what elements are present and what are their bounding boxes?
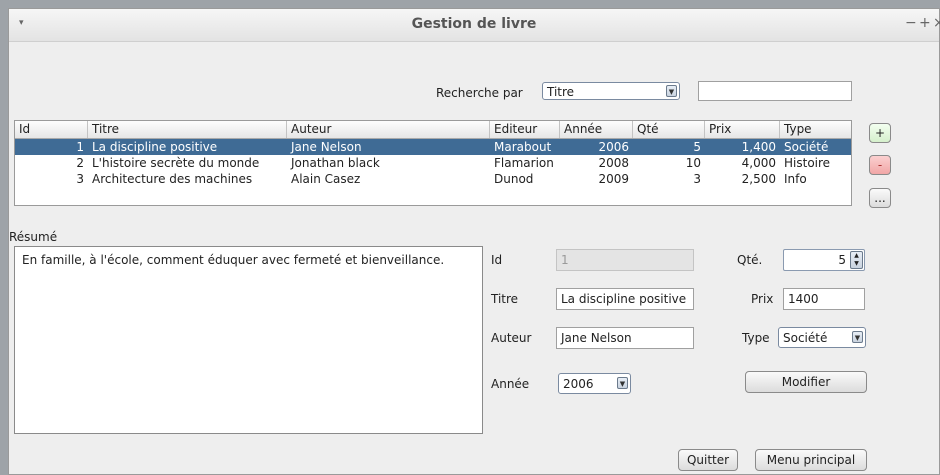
chevron-down-icon: ▼ — [617, 377, 628, 389]
stepper-arrows-icon[interactable]: ▲ ▼ — [850, 251, 863, 269]
title-bar: ▾ Gestion de livre − + × — [9, 9, 940, 42]
id-field: 1 — [556, 249, 694, 271]
delete-button[interactable]: - — [869, 155, 891, 175]
search-input[interactable] — [698, 81, 852, 101]
cell-auteur: Jonathan black — [291, 156, 380, 170]
annee-value: 2006 — [563, 377, 594, 391]
cell-qte: 10 — [685, 156, 701, 170]
cell-editeur: Marabout — [494, 140, 552, 154]
id-label: Id — [491, 253, 503, 267]
books-table: Id Titre Auteur Editeur Année Qté Prix T… — [14, 120, 852, 206]
chevron-down-icon: ▼ — [852, 331, 863, 343]
cell-prix: 2,500 — [741, 172, 776, 186]
more-button[interactable]: ... — [869, 188, 891, 208]
prix-label: Prix — [751, 292, 774, 306]
close-icon[interactable]: × — [933, 15, 940, 31]
titre-label: Titre — [491, 292, 519, 306]
table-row[interactable]: 2 L'histoire secrète du monde Jonathan b… — [15, 155, 851, 171]
modifier-button[interactable]: Modifier — [745, 371, 867, 393]
cell-titre: L'histoire secrète du monde — [92, 156, 260, 170]
chevron-down-icon: ▼ — [666, 85, 677, 97]
table-row[interactable]: 3 Architecture des machines Alain Casez … — [15, 171, 851, 187]
cell-titre: Architecture des machines — [92, 172, 253, 186]
cell-type: Histoire — [784, 156, 831, 170]
prix-field[interactable]: 1400 — [783, 288, 865, 310]
column-header-editeur[interactable]: Editeur — [490, 121, 560, 138]
cell-annee: 2008 — [598, 156, 629, 170]
type-label: Type — [742, 331, 770, 345]
cell-prix: 4,000 — [741, 156, 776, 170]
table-header: Id Titre Auteur Editeur Année Qté Prix T… — [15, 121, 851, 139]
cell-annee: 2009 — [598, 172, 629, 186]
search-label: Recherche par — [436, 86, 523, 100]
type-value: Société — [783, 331, 828, 345]
search-by-select[interactable]: Titre ▼ — [542, 82, 680, 100]
cell-id: 2 — [76, 156, 84, 170]
column-header-prix[interactable]: Prix — [705, 121, 780, 138]
cell-qte: 3 — [693, 172, 701, 186]
titre-field[interactable]: La discipline positive — [556, 288, 694, 310]
column-header-qte[interactable]: Qté — [633, 121, 705, 138]
table-row[interactable]: 1 La discipline positive Jane Nelson Mar… — [15, 139, 851, 155]
app-window: ▾ Gestion de livre − + × Recherche par T… — [8, 8, 940, 475]
qte-value: 5 — [838, 253, 846, 267]
cell-auteur: Alain Casez — [291, 172, 361, 186]
qte-label: Qté. — [737, 253, 763, 267]
cell-prix: 1,400 — [741, 140, 776, 154]
cell-type: Société — [784, 140, 829, 154]
column-header-annee[interactable]: Année — [560, 121, 633, 138]
auteur-label: Auteur — [491, 331, 532, 345]
cell-auteur: Jane Nelson — [291, 140, 362, 154]
resume-label: Résumé — [9, 230, 58, 244]
search-by-value: Titre — [547, 85, 575, 99]
add-button[interactable]: + — [869, 123, 891, 143]
cell-type: Info — [784, 172, 807, 186]
column-header-type[interactable]: Type — [780, 121, 851, 138]
minimize-icon[interactable]: − — [905, 15, 917, 31]
resume-textarea[interactable]: En famille, à l'école, comment éduquer a… — [14, 246, 483, 434]
cell-id: 3 — [76, 172, 84, 186]
quit-button[interactable]: Quitter — [678, 449, 738, 471]
column-header-auteur[interactable]: Auteur — [287, 121, 490, 138]
main-menu-button[interactable]: Menu principal — [755, 449, 867, 471]
column-header-id[interactable]: Id — [15, 121, 88, 138]
qte-stepper[interactable]: 5 ▲ ▼ — [783, 249, 865, 271]
cell-titre: La discipline positive — [92, 140, 218, 154]
cell-qte: 5 — [693, 140, 701, 154]
annee-select[interactable]: 2006 ▼ — [558, 373, 631, 394]
cell-annee: 2006 — [598, 140, 629, 154]
window-title: Gestion de livre — [411, 16, 537, 32]
cell-editeur: Dunod — [494, 172, 534, 186]
cell-editeur: Flamarion — [494, 156, 554, 170]
auteur-field[interactable]: Jane Nelson — [556, 327, 694, 349]
maximize-icon[interactable]: + — [919, 15, 931, 31]
annee-label: Année — [491, 377, 530, 391]
cell-id: 1 — [76, 140, 84, 154]
type-select[interactable]: Société ▼ — [778, 327, 866, 348]
column-header-titre[interactable]: Titre — [88, 121, 287, 138]
